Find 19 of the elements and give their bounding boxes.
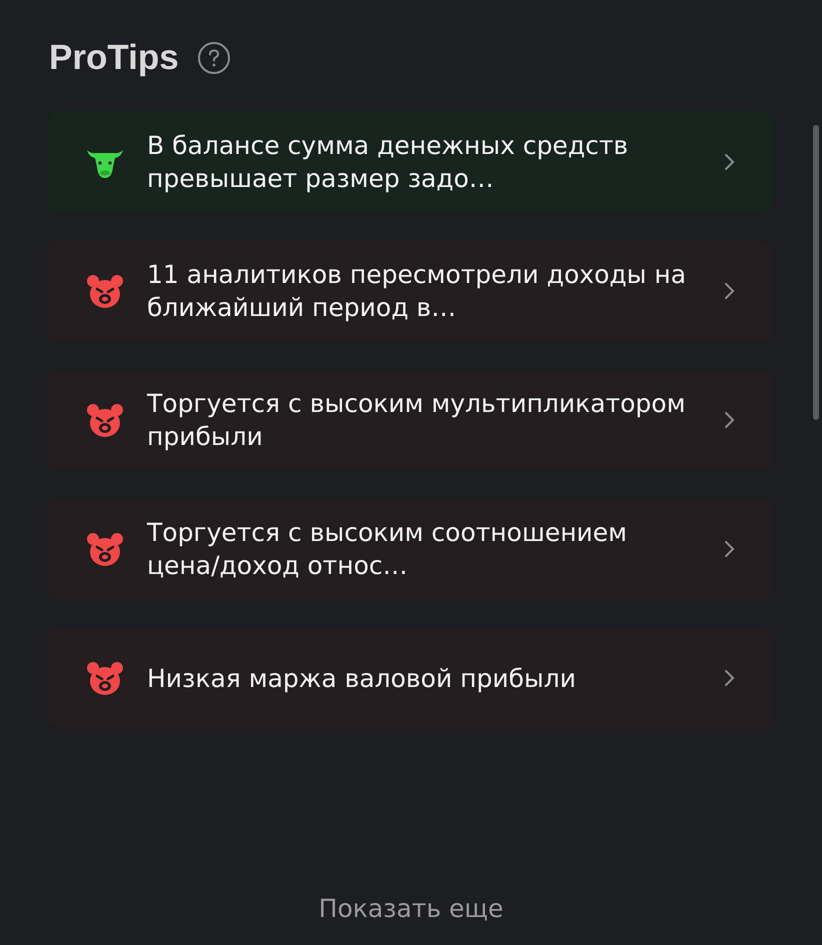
section-title: ProTips bbox=[49, 38, 179, 78]
tip-card[interactable]: Торгуется с высоким соотношением цена/доход относ… bbox=[47, 498, 773, 600]
tip-text: Низкая маржа валовой прибыли bbox=[147, 662, 577, 694]
tip-card[interactable]: Низкая маржа валовой прибыли bbox=[47, 627, 773, 729]
tip-card[interactable]: В балансе сумма денежных средств превышает размер задо… bbox=[47, 111, 773, 213]
tip-card[interactable]: 11 аналитиков пересмотрели доходы на ближайший период в… bbox=[47, 240, 773, 342]
chevron-icon bbox=[723, 280, 737, 302]
scrollbar[interactable] bbox=[813, 125, 819, 420]
chevron-icon bbox=[723, 667, 737, 689]
tip-text: 11 аналитиков пересмотрели доходы на ближайший период в… bbox=[147, 259, 687, 324]
tip-text: Торгуется с высоким мультипликатором прибыли bbox=[147, 388, 686, 453]
tip-text: В балансе сумма денежных средств превышает размер задо… bbox=[147, 130, 630, 195]
chevron-icon bbox=[723, 409, 737, 431]
show-more-button[interactable]: Показать еще bbox=[318, 894, 504, 923]
tip-text: Торгуется с высоким соотношением цена/доход относ… bbox=[147, 517, 628, 582]
chevron-icon bbox=[723, 538, 737, 560]
tip-card[interactable]: Торгуется с высоким мультипликатором прибыли bbox=[47, 369, 773, 471]
help-icon[interactable] bbox=[196, 41, 231, 75]
chevron-icon bbox=[723, 151, 737, 173]
